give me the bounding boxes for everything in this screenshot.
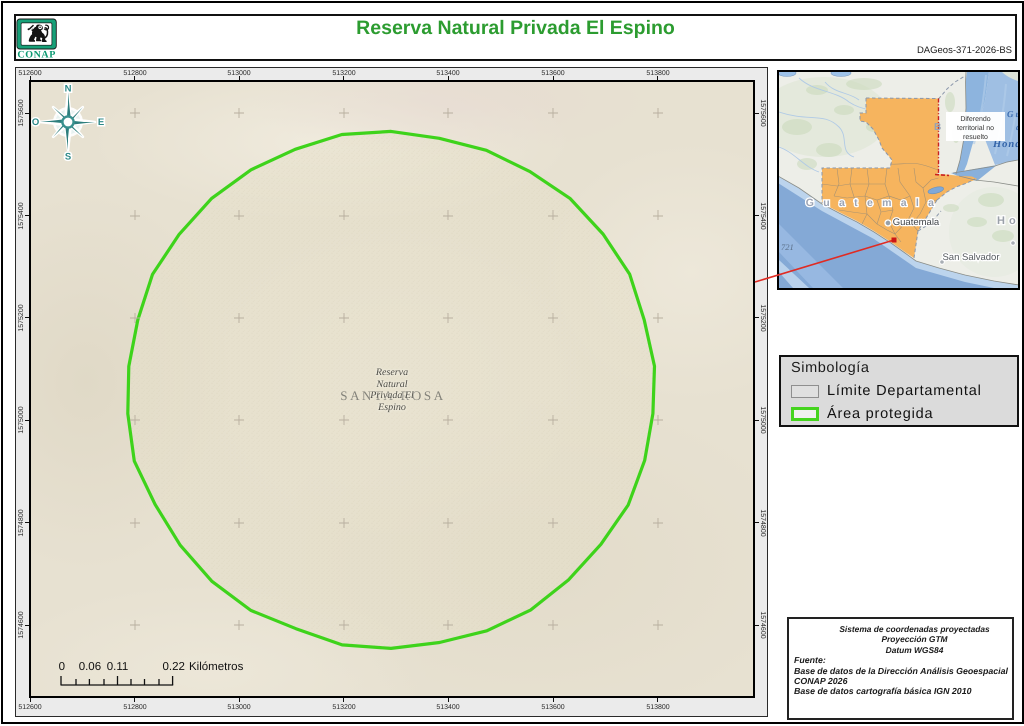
svg-text:Kilómetros: Kilómetros	[189, 661, 244, 673]
svg-text:Ho: Ho	[997, 215, 1018, 227]
svg-text:CONAP: CONAP	[17, 49, 56, 60]
svg-text:Gu: Gu	[1007, 109, 1018, 119]
svg-text:0.06: 0.06	[79, 661, 101, 673]
svg-text:territorial no: territorial no	[957, 124, 994, 132]
svg-text:0.11: 0.11	[107, 661, 129, 673]
svg-text:B: B	[934, 122, 941, 133]
svg-text:0.22: 0.22	[163, 661, 185, 673]
svg-text:resuelto: resuelto	[963, 133, 988, 141]
svg-text:San Salvador: San Salvador	[942, 252, 999, 263]
svg-text:G u a t e m a l a: G u a t e m a l a	[806, 197, 937, 209]
svg-text:d: d	[1016, 122, 1018, 132]
svg-text:Diferendo: Diferendo	[960, 115, 990, 123]
svg-text:Guatemala: Guatemala	[893, 217, 940, 228]
svg-text:S: S	[65, 152, 71, 163]
svg-text:O: O	[32, 117, 39, 128]
svg-text:0: 0	[59, 661, 65, 673]
svg-text:N: N	[65, 84, 72, 95]
svg-text:E: E	[98, 117, 104, 128]
